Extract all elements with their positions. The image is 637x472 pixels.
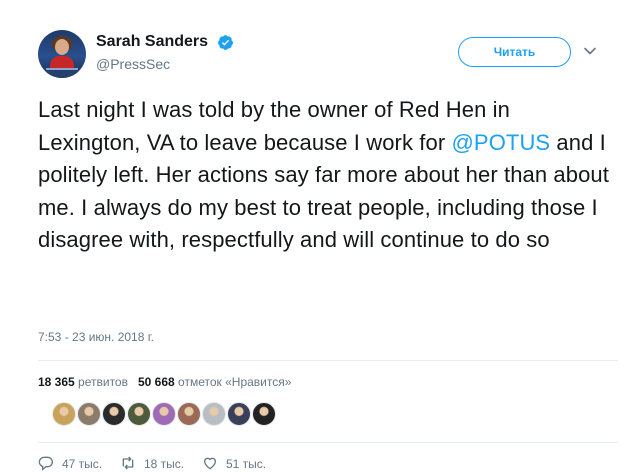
liker-avatar[interactable] [202, 402, 226, 426]
likes-stat[interactable]: 50 668 отметок «Нравится» [138, 375, 291, 389]
likes-label: отметок «Нравится» [178, 375, 292, 389]
avatar-face [55, 39, 69, 55]
reply-count: 47 тыс. [62, 457, 103, 471]
tweet-header: Sarah Sanders @PressSec Читать [38, 30, 618, 80]
retweets-stat[interactable]: 18 365 ретвитов [38, 375, 128, 389]
liker-avatar[interactable] [102, 402, 126, 426]
like-count: 51 тыс. [226, 457, 267, 471]
reply-icon [38, 456, 53, 471]
mention-link[interactable]: @POTUS [451, 130, 550, 155]
tweet-timestamp[interactable]: 7:53 - 23 июн. 2018 г. [38, 330, 154, 344]
user-avatar[interactable] [38, 30, 86, 78]
user-name-block: Sarah Sanders @PressSec [96, 33, 234, 72]
liker-avatar[interactable] [177, 402, 201, 426]
divider [38, 442, 618, 443]
tweet-stats: 18 365 ретвитов 50 668 отметок «Нравится… [38, 375, 291, 389]
retweets-label: ретвитов [78, 375, 128, 389]
liker-avatar[interactable] [77, 402, 101, 426]
divider [38, 360, 618, 361]
user-handle[interactable]: @PressSec [96, 56, 234, 72]
verified-badge-icon [217, 34, 233, 50]
liker-avatar[interactable] [152, 402, 176, 426]
retweet-icon [122, 456, 134, 470]
display-name[interactable]: Sarah Sanders [96, 33, 208, 51]
likes-count: 50 668 [138, 375, 175, 389]
liker-avatar[interactable] [227, 402, 251, 426]
tweet-text: Last night I was told by the owner of Re… [38, 94, 618, 257]
liker-avatar[interactable] [252, 402, 276, 426]
tweet-text-part: Last night I was told by the owner of Re… [38, 97, 510, 155]
liker-avatar[interactable] [127, 402, 151, 426]
avatar-podium [46, 68, 78, 78]
retweet-count: 18 тыс. [144, 457, 185, 471]
follow-button[interactable]: Читать [458, 37, 571, 67]
liker-avatar[interactable] [52, 402, 76, 426]
heart-icon [203, 457, 217, 470]
retweets-count: 18 365 [38, 375, 75, 389]
chevron-down-icon[interactable] [583, 44, 597, 58]
